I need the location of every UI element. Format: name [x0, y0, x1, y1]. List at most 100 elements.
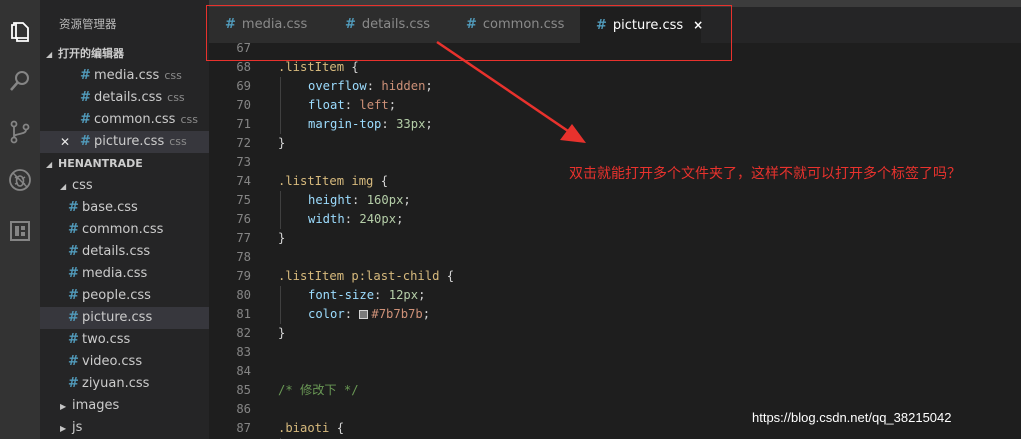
line-number: 73: [236, 155, 251, 169]
tab-media-css[interactable]: # media.css: [209, 7, 329, 43]
folder-label: css: [72, 178, 93, 193]
file-item-picture[interactable]: # picture.css: [40, 307, 209, 329]
code-line[interactable]: 68 .listItem {: [209, 58, 1021, 77]
code-line[interactable]: 85 /* 修改下 */: [209, 381, 1021, 400]
file-label: details.css: [82, 244, 151, 259]
file-item-people[interactable]: # people.css: [40, 285, 209, 307]
file-label: people.css: [82, 288, 151, 303]
line-number: 85: [236, 383, 251, 397]
collapse-chevron-icon: ◢: [46, 160, 53, 169]
code-text: /* 修改下 */: [278, 383, 359, 397]
code-text: color: #7b7b7b;: [308, 307, 431, 321]
css-file-icon: #: [68, 376, 79, 391]
line-number: 70: [236, 98, 251, 112]
code-text: float: left;: [308, 98, 397, 112]
code-line[interactable]: 80 font-size: 12px;: [209, 286, 1021, 305]
tab-label: media.css: [241, 17, 308, 32]
code-line[interactable]: 67: [209, 43, 1021, 58]
code-line[interactable]: 84: [209, 362, 1021, 381]
css-file-icon: #: [80, 68, 91, 83]
file-item-base[interactable]: # base.css: [40, 197, 209, 219]
line-number: 83: [236, 345, 251, 359]
line-number: 81: [236, 307, 251, 321]
files-icon[interactable]: [0, 13, 40, 53]
activity-bar: [0, 0, 40, 439]
tab-common-css[interactable]: # common.css: [450, 7, 580, 43]
explorer-sidebar: 资源管理器 ◢ 打开的编辑器 # media.css css # details.css…: [40, 0, 209, 439]
code-line[interactable]: 83: [209, 343, 1021, 362]
chevron-right-icon: ▶: [60, 424, 67, 433]
code-editor[interactable]: 67 68 .listItem { 69 overflow: hidden; 70 floa…: [209, 43, 1021, 439]
line-number: 75: [236, 193, 251, 207]
line-number: 72: [236, 136, 251, 150]
annotation-text: 双击就能打开多个文件夹了，这样不就可以打开多个标签了吗？: [569, 166, 961, 182]
css-file-icon: #: [466, 17, 477, 32]
line-number: 68: [236, 60, 251, 74]
css-file-list: # base.css # common.css # details.css # media.c…: [40, 197, 209, 395]
tab-picture-css[interactable]: # picture.css ×: [580, 7, 703, 43]
project-header[interactable]: ◢ HENANTRADE: [40, 153, 209, 175]
file-label: common.css: [82, 222, 164, 237]
file-item-two[interactable]: # two.css: [40, 329, 209, 351]
open-editors-header[interactable]: ◢ 打开的编辑器: [40, 43, 209, 65]
file-item-details[interactable]: # details.css: [40, 241, 209, 263]
open-editor-filename: media.css: [94, 68, 160, 83]
open-editor-filename: common.css: [94, 112, 176, 127]
debug-icon[interactable]: [0, 160, 40, 200]
code-line[interactable]: 71 margin-top: 33px;: [209, 115, 1021, 134]
css-file-icon: #: [68, 310, 79, 325]
folder-js[interactable]: ▶ js: [40, 417, 209, 439]
code-text: }: [278, 231, 286, 245]
css-file-icon: #: [80, 112, 91, 127]
open-editor-folder: css: [167, 91, 185, 104]
open-editor-item-media[interactable]: # media.css css: [40, 65, 209, 87]
open-editor-filename: picture.css: [94, 134, 165, 149]
css-file-icon: #: [225, 17, 236, 32]
line-number: 74: [236, 174, 251, 188]
line-number: 82: [236, 326, 251, 340]
code-line[interactable]: 69 overflow: hidden;: [209, 77, 1021, 96]
code-text: font-size: 12px;: [308, 288, 426, 302]
file-item-media[interactable]: # media.css: [40, 263, 209, 285]
file-label: video.css: [82, 354, 143, 369]
file-label: base.css: [82, 200, 138, 215]
code-line[interactable]: 76 width: 240px;: [209, 210, 1021, 229]
open-editor-item-details[interactable]: # details.css css: [40, 87, 209, 109]
chevron-right-icon: ▶: [60, 402, 67, 411]
code-text: .listItem {: [278, 60, 359, 74]
css-file-icon: #: [68, 332, 79, 347]
tab-details-css[interactable]: # details.css: [329, 7, 450, 43]
tab-label: common.css: [482, 17, 565, 32]
css-file-icon: #: [68, 288, 79, 303]
css-file-icon: #: [68, 200, 79, 215]
close-icon[interactable]: ×: [693, 18, 703, 32]
open-editor-folder: css: [180, 113, 198, 126]
open-editor-item-picture[interactable]: ✕ # picture.css css: [40, 131, 209, 153]
css-file-icon: #: [345, 17, 356, 32]
code-line[interactable]: 72}: [209, 134, 1021, 153]
code-line[interactable]: 78: [209, 248, 1021, 267]
extensions-icon[interactable]: [0, 211, 40, 251]
color-swatch[interactable]: [359, 310, 369, 319]
code-line[interactable]: 79 .listItem p:last-child {: [209, 267, 1021, 286]
close-icon[interactable]: ✕: [60, 131, 70, 153]
search-icon[interactable]: [0, 61, 40, 101]
code-line[interactable]: 77}: [209, 229, 1021, 248]
file-item-video[interactable]: # video.css: [40, 351, 209, 373]
code-line[interactable]: 75 height: 160px;: [209, 191, 1021, 210]
code-line[interactable]: 82}: [209, 324, 1021, 343]
code-line[interactable]: 70 float: left;: [209, 96, 1021, 115]
file-label: ziyuan.css: [82, 376, 150, 391]
folder-images[interactable]: ▶ images: [40, 395, 209, 417]
css-file-icon: #: [68, 266, 79, 281]
tab-label: details.css: [361, 17, 431, 32]
tab-label: picture.css: [612, 18, 684, 33]
source-control-icon[interactable]: [0, 112, 40, 152]
code-line[interactable]: 81 color: #7b7b7b;: [209, 305, 1021, 324]
css-file-icon: #: [68, 354, 79, 369]
file-item-ziyuan[interactable]: # ziyuan.css: [40, 373, 209, 395]
file-item-common[interactable]: # common.css: [40, 219, 209, 241]
open-editor-item-common[interactable]: # common.css css: [40, 109, 209, 131]
code-text: }: [278, 326, 286, 340]
folder-css[interactable]: ◢ css: [40, 175, 209, 197]
